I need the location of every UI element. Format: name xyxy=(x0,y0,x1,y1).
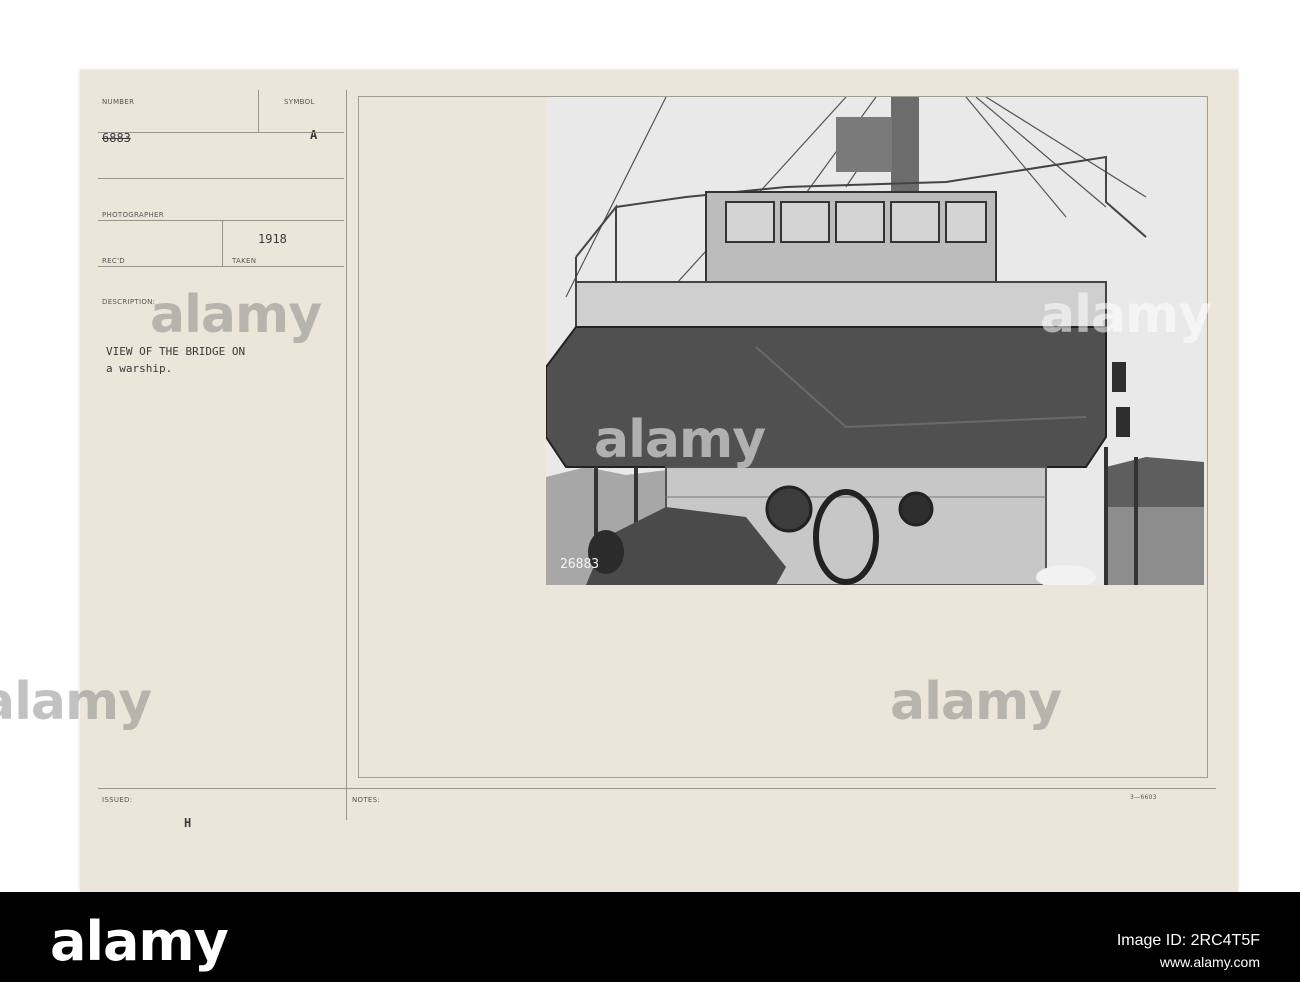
form-code: 3—6603 xyxy=(1130,794,1157,801)
symbol-value: A xyxy=(310,128,318,142)
archive-card: NUMBER SYMBOL 6883 A PHOTOGRAPHER 1918 R… xyxy=(80,70,1238,892)
photographer-label: PHOTOGRAPHER xyxy=(102,211,164,219)
description-label: DESCRIPTION: xyxy=(102,298,156,306)
number-rule xyxy=(98,132,344,133)
taken-value: 1918 xyxy=(258,232,287,246)
column-divider xyxy=(346,90,347,820)
issued-label: ISSUED: xyxy=(102,796,133,804)
number-value: 6883 xyxy=(102,131,131,145)
symbol-label: SYMBOL xyxy=(284,98,315,106)
watermark-4: alamy xyxy=(0,672,152,732)
site-url[interactable]: www.alamy.com xyxy=(1160,954,1260,970)
description-line-2: a warship. xyxy=(106,362,173,375)
watermark-1: alamy xyxy=(150,285,322,345)
issued-value: H xyxy=(184,816,192,830)
number-symbol-divider xyxy=(258,90,259,132)
recd-rule xyxy=(98,266,344,267)
taken-label: TAKEN xyxy=(232,257,257,265)
footer-bar: alamy Image ID: 2RC4T5F www.alamy.com xyxy=(0,892,1300,982)
photographer-rule xyxy=(98,220,344,221)
footer-logo: alamy xyxy=(50,910,229,973)
image-id: Image ID: 2RC4T5F xyxy=(1116,932,1260,949)
notes-label: NOTES: xyxy=(352,796,381,804)
recd-label: REC'D xyxy=(102,257,125,265)
watermark-5: alamy xyxy=(890,672,1062,732)
watermark-2: alamy xyxy=(1040,285,1212,345)
row-rule-2 xyxy=(98,178,344,179)
watermark-3: alamy xyxy=(594,410,766,470)
photo-number: 26883 xyxy=(560,557,600,572)
description-line-1: VIEW OF THE BRIDGE ON xyxy=(106,345,246,358)
bottom-rule xyxy=(98,788,1216,789)
recd-taken-divider xyxy=(222,220,223,266)
number-label: NUMBER xyxy=(102,98,135,106)
